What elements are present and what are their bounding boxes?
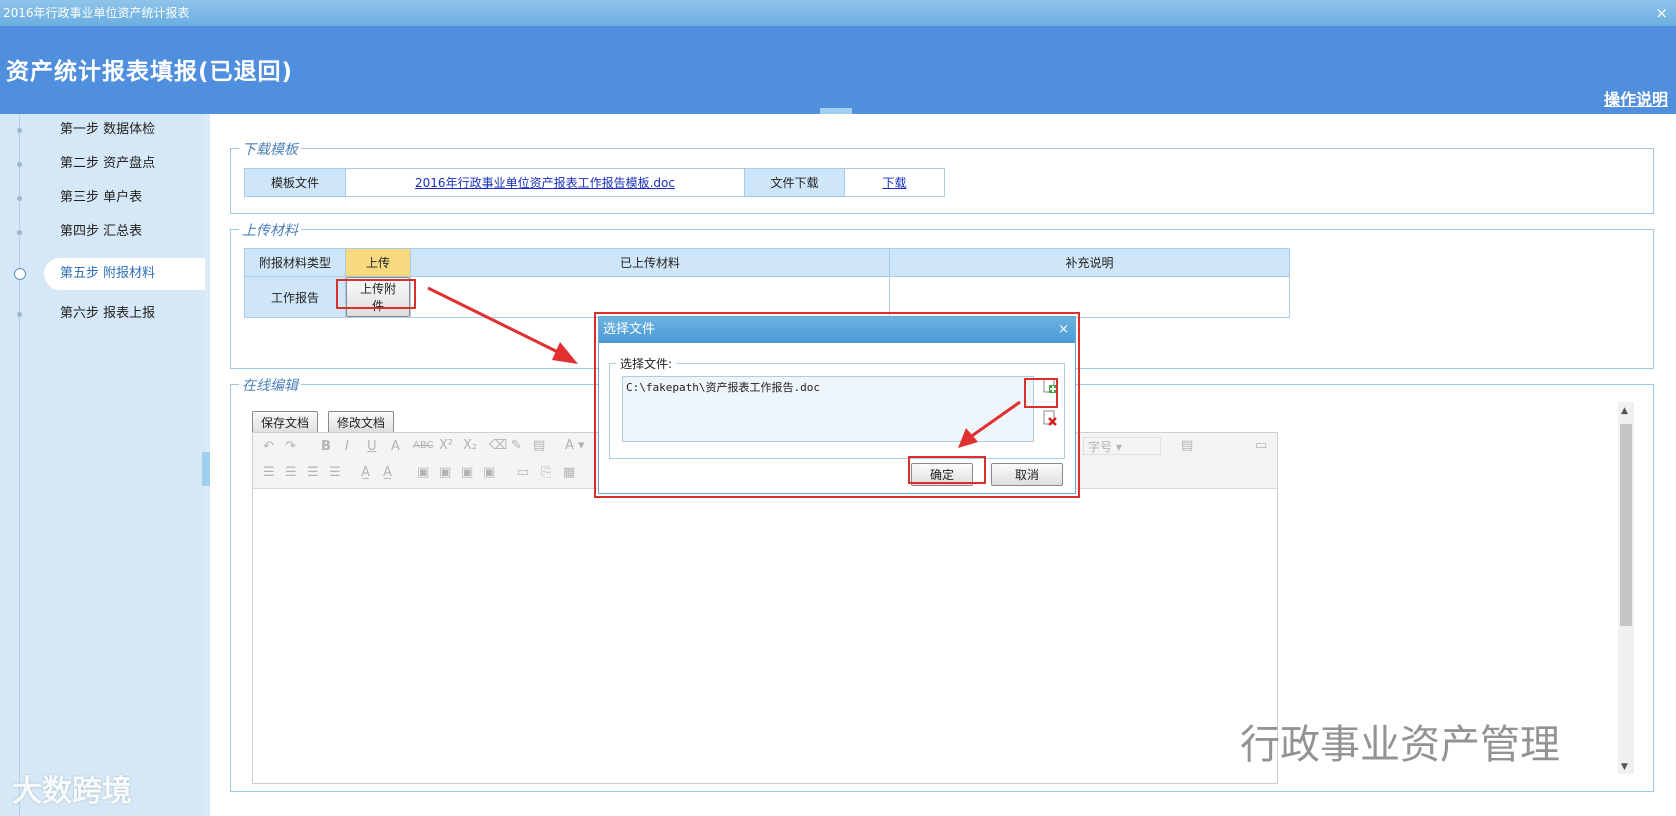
arrow-to-ok	[965, 400, 1021, 442]
arrow-head-icon	[958, 428, 978, 448]
watermark-right: 行政事业资产管理	[1240, 712, 1560, 770]
watermark-left-text: 大数跨境	[12, 774, 132, 809]
annotation-arrows	[427, 286, 1021, 448]
arrow-head-icon	[552, 342, 578, 364]
watermark-left: 大数跨境	[12, 766, 132, 810]
arrow-to-dialog	[427, 286, 571, 360]
watermark-right-text: 行政事业资产管理	[1240, 722, 1560, 768]
